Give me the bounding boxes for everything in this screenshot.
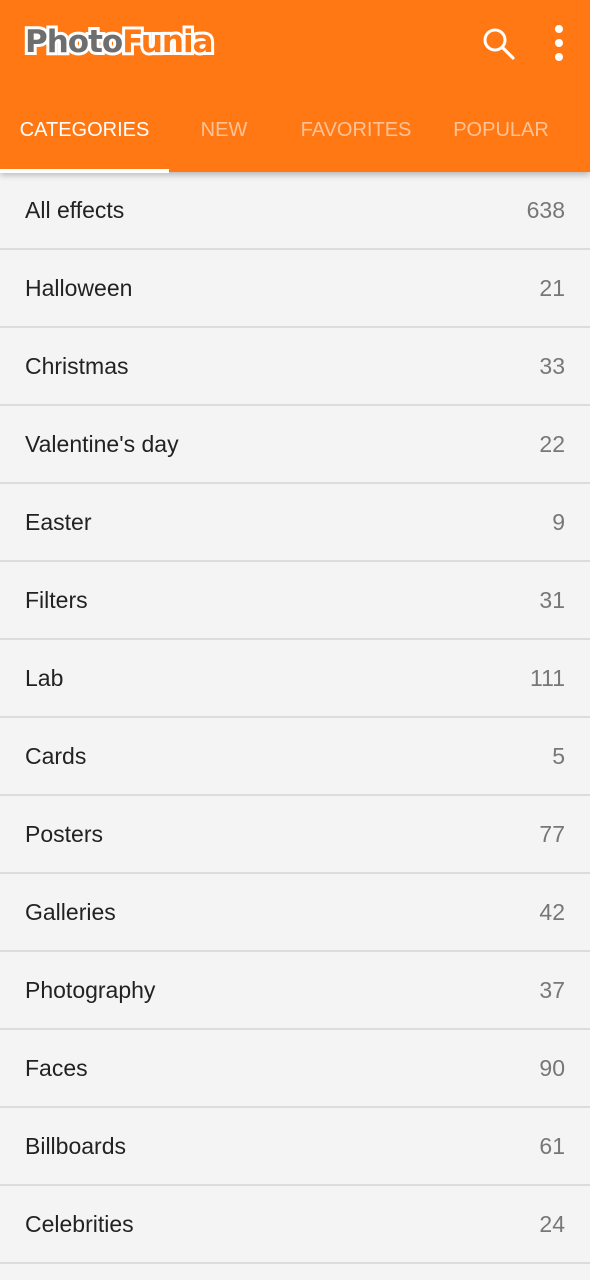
- photofunia-logo: PhotoFunia: [22, 21, 217, 63]
- category-row[interactable]: Halloween 21: [0, 250, 590, 328]
- category-label: Cards: [25, 743, 87, 769]
- category-label: Halloween: [25, 275, 133, 301]
- category-row[interactable]: Photography 37: [0, 952, 590, 1030]
- category-row[interactable]: Galleries 42: [0, 874, 590, 952]
- category-label: Posters: [25, 821, 103, 847]
- category-count: 37: [539, 977, 565, 1003]
- category-row[interactable]: All effects 638: [0, 172, 590, 250]
- category-count: 90: [539, 1055, 565, 1081]
- category-label: Filters: [25, 587, 88, 613]
- category-count: 111: [530, 665, 565, 691]
- category-label: Celebrities: [25, 1211, 134, 1237]
- category-count: 9: [552, 509, 565, 535]
- category-label: All effects: [25, 197, 125, 223]
- category-count: 24: [539, 1211, 565, 1237]
- category-label: Galleries: [25, 899, 116, 925]
- category-row[interactable]: Cards 5: [0, 718, 590, 796]
- tab-categories[interactable]: CATEGORIES: [0, 106, 169, 172]
- category-row[interactable]: Filters 31: [0, 562, 590, 640]
- category-label: Valentine's day: [25, 431, 179, 457]
- category-row[interactable]: Lab 111: [0, 640, 590, 718]
- category-count: 42: [539, 899, 565, 925]
- category-count: 638: [526, 197, 565, 223]
- category-label: Billboards: [25, 1133, 126, 1159]
- category-row[interactable]: Easter 9: [0, 484, 590, 562]
- tab-favorites[interactable]: FAVORITES: [279, 106, 433, 172]
- category-label: Faces: [25, 1055, 88, 1081]
- category-row[interactable]: Billboards 61: [0, 1108, 590, 1186]
- category-list[interactable]: All effects 638 Halloween 21 Christmas 33 Vale…: [0, 172, 590, 1264]
- app-bar: PhotoFunia CATEGORIES NEW FAVORITES POPU…: [0, 0, 590, 172]
- category-label: Easter: [25, 509, 92, 535]
- tab-new[interactable]: NEW: [169, 106, 279, 172]
- more-vert-icon[interactable]: [548, 24, 570, 62]
- search-icon[interactable]: [481, 26, 515, 60]
- category-count: 22: [539, 431, 565, 457]
- category-count: 33: [539, 353, 565, 379]
- category-count: 21: [539, 275, 565, 301]
- category-row[interactable]: Celebrities 24: [0, 1186, 590, 1264]
- category-count: 5: [552, 743, 565, 769]
- category-label: Photography: [25, 977, 156, 1003]
- category-row[interactable]: Posters 77: [0, 796, 590, 874]
- active-tab-indicator: [0, 169, 169, 173]
- tab-popular[interactable]: POPULAR: [433, 106, 569, 172]
- category-row[interactable]: Valentine's day 22: [0, 406, 590, 484]
- category-count: 61: [539, 1133, 565, 1159]
- category-label: Christmas: [25, 353, 129, 379]
- category-label: Lab: [25, 665, 64, 691]
- category-row[interactable]: Faces 90: [0, 1030, 590, 1108]
- category-row[interactable]: Christmas 33: [0, 328, 590, 406]
- category-count: 77: [539, 821, 565, 847]
- category-count: 31: [539, 587, 565, 613]
- tab-bar: CATEGORIES NEW FAVORITES POPULAR: [0, 106, 590, 172]
